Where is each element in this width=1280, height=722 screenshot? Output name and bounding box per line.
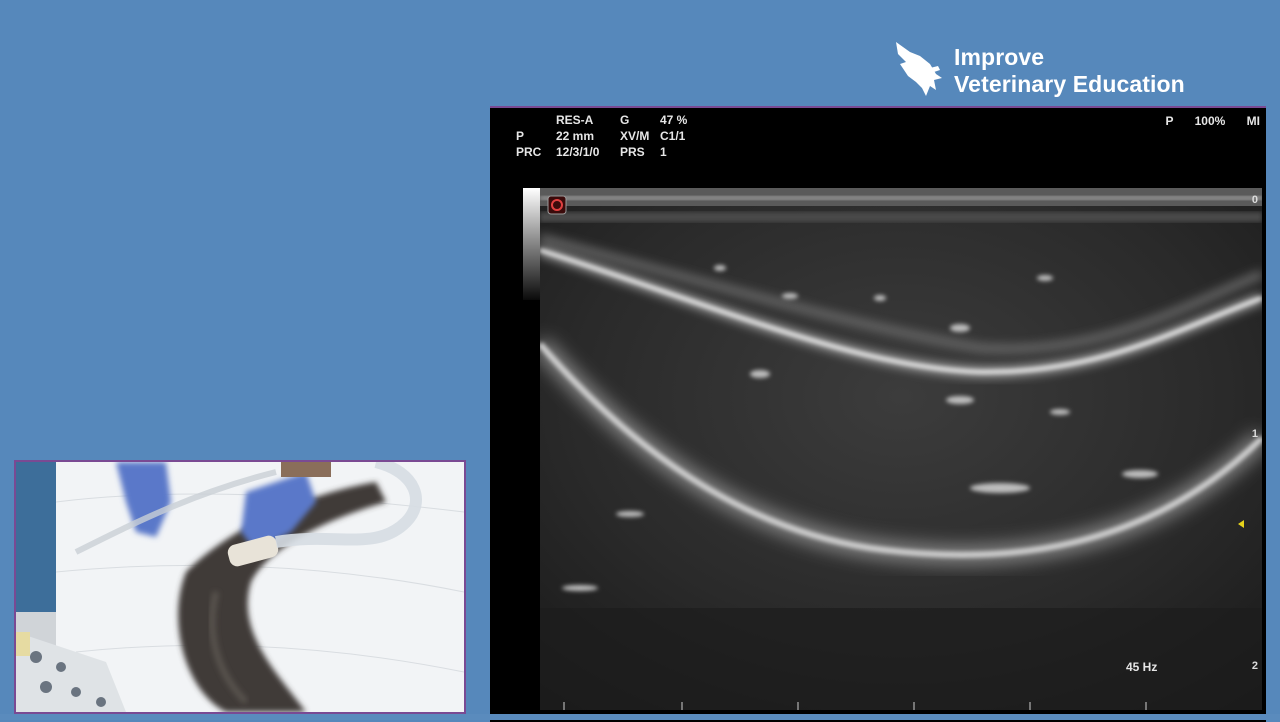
power-value: 100%	[1194, 114, 1226, 128]
brand-line-1: Improve	[954, 44, 1045, 70]
procedure-video	[14, 460, 466, 714]
gain-value: 47 %	[660, 113, 688, 127]
bottom-strip	[0, 714, 1280, 720]
ultrasound-image	[540, 188, 1262, 710]
power-label: P	[1165, 114, 1174, 128]
row2-label: P	[516, 129, 525, 143]
mode-label: XV/M	[620, 129, 650, 143]
brand-logo: Improve Veterinary Education	[890, 38, 1230, 102]
prc-label: PRC	[516, 145, 542, 159]
eagle-icon	[896, 42, 942, 96]
depth-mark-1: 1	[1251, 428, 1258, 440]
map-value: C1/1	[660, 129, 686, 143]
focus-marker-icon	[1238, 520, 1244, 528]
mi-label: MI	[1246, 114, 1260, 128]
ultrasound-header: RES-A G 47 % P 22 mm XV/M C1/1 PRC 12/3/…	[490, 112, 750, 166]
power-readout: P 100% MI	[1147, 114, 1260, 128]
depth-mark-2: 2	[1251, 660, 1258, 672]
preset-label: RES-A	[556, 113, 594, 127]
depth-value: 22 mm	[556, 129, 595, 143]
prs-label: PRS	[620, 145, 645, 159]
brand-line-2: Veterinary Education	[954, 71, 1185, 97]
ultrasound-display: RES-A G 47 % P 22 mm XV/M C1/1 PRC 12/3/…	[490, 106, 1266, 722]
gain-label: G	[620, 113, 630, 127]
frame-rate: 45 Hz	[1126, 660, 1158, 674]
depth-mark-0: 0	[1251, 194, 1258, 206]
procedure-video-icon	[16, 462, 464, 712]
prs-value: 1	[660, 145, 667, 159]
grayscale-bar	[523, 188, 540, 300]
prc-value: 12/3/1/0	[556, 145, 600, 159]
